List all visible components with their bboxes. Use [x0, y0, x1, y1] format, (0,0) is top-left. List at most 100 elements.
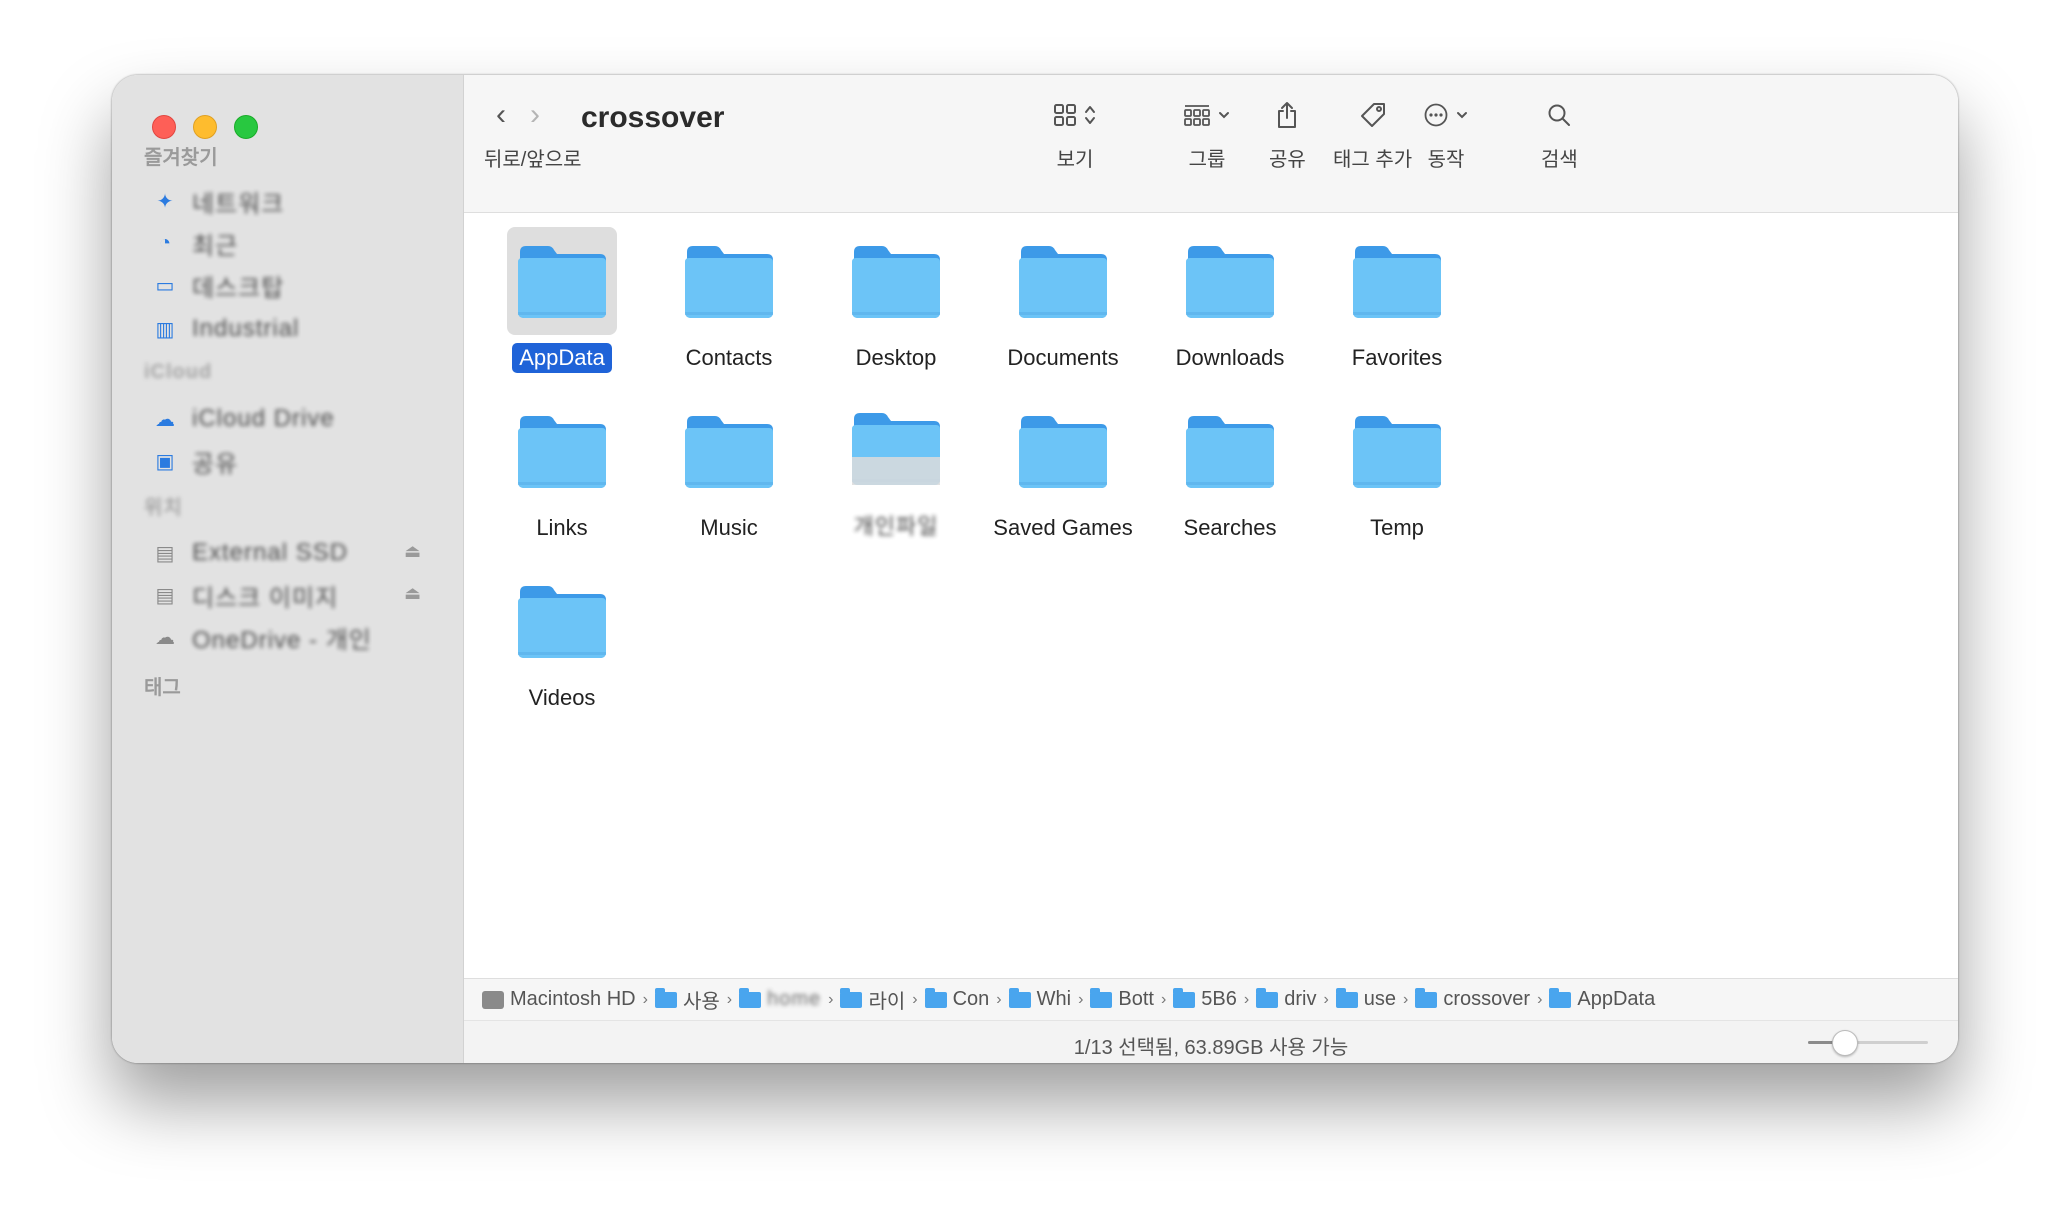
- icon-size-slider[interactable]: [1808, 1030, 1928, 1056]
- sidebar-item-label: OneDrive - 개인: [192, 626, 372, 654]
- path-crumb[interactable]: Bott: [1090, 987, 1154, 1011]
- folder-icon: [1335, 987, 1358, 1008]
- folder-item[interactable]: Links: [482, 383, 642, 543]
- disk-icon: ▤: [155, 584, 175, 607]
- folder-item[interactable]: Music: [649, 383, 809, 543]
- search-button[interactable]: 검색: [1541, 93, 1578, 172]
- folder-name: Searches: [1183, 515, 1277, 540]
- share-button[interactable]: 공유: [1269, 93, 1306, 172]
- minimize-window-button[interactable]: [193, 115, 217, 139]
- folder-name: Documents: [1007, 345, 1119, 370]
- sidebar-header-favorites: 즐겨찾기: [144, 147, 218, 169]
- status-bar: 1/13 선택됨, 63.89GB 사용 가능: [464, 1020, 1958, 1063]
- folder-item[interactable]: AppData: [482, 213, 642, 373]
- slider-knob[interactable]: [1832, 1030, 1858, 1056]
- sidebar-item-label: 최근: [192, 232, 239, 260]
- folder-item[interactable]: Downloads: [1150, 213, 1310, 373]
- zoom-window-button[interactable]: [234, 115, 258, 139]
- folder-name: Saved Games: [993, 515, 1133, 540]
- path-crumb-label: driv: [1284, 988, 1317, 1010]
- path-crumb[interactable]: home: [739, 987, 821, 1011]
- search-label: 검색: [1541, 149, 1578, 171]
- path-crumb[interactable]: crossover: [1415, 987, 1530, 1011]
- sidebar-item-label: Industrial: [192, 315, 300, 342]
- sidebar-item-icloud-1[interactable]: ▣ 공유: [152, 443, 238, 479]
- sidebar-item-favorite-2[interactable]: ▭ 데스크탑: [152, 267, 284, 303]
- close-window-button[interactable]: [152, 115, 176, 139]
- chevron-right-icon: ›: [828, 990, 834, 1008]
- path-crumb[interactable]: driv: [1256, 987, 1317, 1011]
- sidebar: 즐겨찾기 ✦ 네트워크 ◔ 최근 ▭ 데스크탑 ▥ Industrial iCl…: [112, 75, 464, 1063]
- folder-icon: [924, 987, 947, 1008]
- sidebar-item-label: 네트워크: [192, 190, 285, 218]
- nav-group: ‹ › 뒤로/앞으로: [484, 93, 594, 172]
- folder-item[interactable]: Temp: [1317, 383, 1477, 543]
- window-title: crossover: [581, 101, 725, 134]
- folder-icon: [1353, 416, 1441, 488]
- add-tag-button[interactable]: 태그 추가: [1333, 93, 1412, 172]
- path-crumb[interactable]: 5B6: [1173, 987, 1237, 1011]
- folder-icon-container: [841, 397, 951, 499]
- path-crumb[interactable]: 사용: [654, 985, 720, 1014]
- folder-item[interactable]: 개인파일: [816, 383, 976, 543]
- group-label: 그룹: [1188, 149, 1226, 171]
- path-crumb[interactable]: Macintosh HD: [482, 988, 636, 1011]
- group-button[interactable]: 그룹: [1184, 93, 1230, 172]
- folder-item[interactable]: Contacts: [649, 213, 809, 373]
- folder-item[interactable]: Searches: [1150, 383, 1310, 543]
- path-crumb-label: Con: [952, 988, 990, 1010]
- sidebar-item-icloud-0[interactable]: ☁ iCloud Drive: [152, 401, 335, 437]
- sidebar-item-favorite-1[interactable]: ◔ 최근: [152, 225, 238, 261]
- folder-item[interactable]: Favorites: [1317, 213, 1477, 373]
- finder-window: 즐겨찾기 ✦ 네트워크 ◔ 최근 ▭ 데스크탑 ▥ Industrial iCl…: [112, 75, 1958, 1063]
- window-controls: [152, 115, 258, 139]
- chevron-right-icon: ›: [996, 990, 1002, 1008]
- sidebar-item-location-2[interactable]: ☁ OneDrive - 개인: [152, 619, 372, 655]
- folder-icon: [1186, 246, 1274, 318]
- back-icon[interactable]: ‹: [496, 100, 506, 130]
- folder-icon-container: [507, 397, 617, 505]
- path-crumb-label: Macintosh HD: [510, 988, 636, 1010]
- eject-icon[interactable]: ⏏: [404, 541, 421, 562]
- folder-icon: [518, 586, 606, 658]
- path-crumb-label: 5B6: [1201, 988, 1237, 1010]
- chevron-right-icon: ›: [912, 990, 918, 1008]
- sidebar-item-location-0[interactable]: ▤ External SSD: [152, 535, 348, 571]
- folder-item[interactable]: Videos: [482, 553, 642, 713]
- path-crumb[interactable]: use: [1335, 987, 1396, 1011]
- view-button[interactable]: 보기: [1054, 93, 1096, 172]
- path-crumb-label: 사용: [682, 991, 720, 1013]
- sidebar-item-location-1[interactable]: ▤ 디스크 이미지: [152, 577, 338, 613]
- folder-icon: [1415, 987, 1438, 1008]
- path-crumb[interactable]: Whi: [1008, 987, 1072, 1011]
- folder-icon: [840, 987, 863, 1008]
- sidebar-item-label: iCloud Drive: [192, 405, 335, 432]
- share-label: 공유: [1269, 149, 1306, 171]
- folder-icon: [1019, 416, 1107, 488]
- folder-icon: [518, 246, 606, 318]
- folder-icon-container: [507, 227, 617, 335]
- desktop-icon: ▭: [155, 274, 175, 297]
- forward-icon[interactable]: ›: [530, 100, 540, 130]
- folder-name: Videos: [528, 685, 596, 710]
- folder-icon: [1549, 987, 1572, 1008]
- folder-item[interactable]: Saved Games: [983, 383, 1143, 543]
- folder-name: Favorites: [1351, 345, 1443, 370]
- path-crumb[interactable]: AppData: [1549, 987, 1655, 1011]
- path-crumb-label: Whi: [1036, 988, 1072, 1010]
- folder-item[interactable]: Desktop: [816, 213, 976, 373]
- path-crumb[interactable]: 라이: [840, 985, 905, 1014]
- action-button[interactable]: 동작: [1424, 93, 1468, 172]
- sidebar-item-favorite-3[interactable]: ▥ Industrial: [152, 311, 299, 347]
- folder-icon: [852, 246, 940, 318]
- nav-label: 뒤로/앞으로: [484, 149, 582, 171]
- path-crumb[interactable]: Con: [924, 987, 990, 1011]
- folder-name: Contacts: [685, 345, 773, 370]
- chevron-down-icon: [1457, 112, 1467, 119]
- folder-item[interactable]: Documents: [983, 213, 1143, 373]
- folder-icon-container: [1175, 227, 1285, 335]
- eject-icon[interactable]: ⏏: [404, 583, 421, 604]
- sidebar-item-favorite-0[interactable]: ✦ 네트워크: [152, 183, 284, 219]
- folder-icon: [685, 416, 773, 488]
- share-icon: [1278, 102, 1297, 128]
